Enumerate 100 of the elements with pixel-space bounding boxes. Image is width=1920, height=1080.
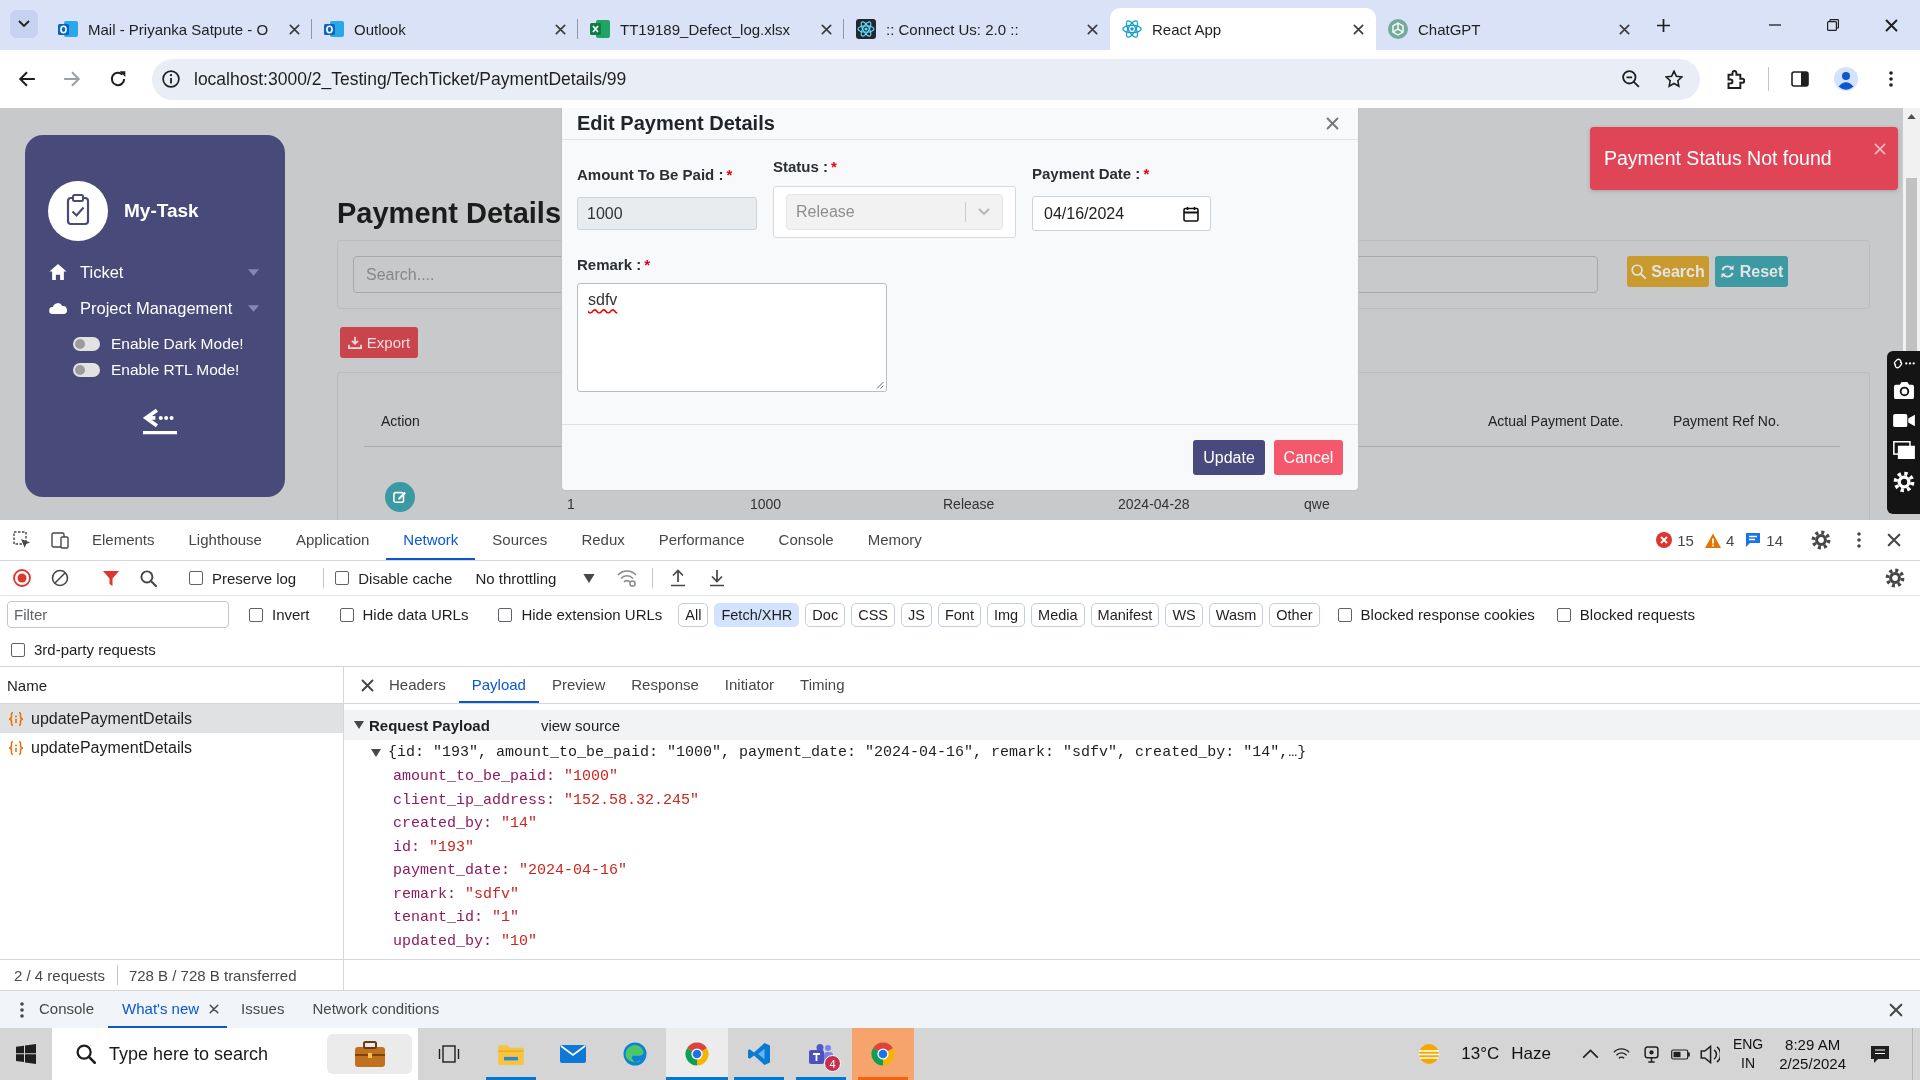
browser-tab[interactable]: TT19189_Defect_log.xlsx	[578, 8, 844, 50]
panel-tab[interactable]: Redux	[564, 520, 642, 560]
close-icon[interactable]	[1619, 23, 1630, 35]
upload-icon[interactable]	[669, 569, 688, 587]
swirl-icon[interactable]	[623, 1042, 647, 1066]
envelope-icon[interactable]	[560, 1045, 586, 1063]
battery-icon[interactable]	[1670, 1046, 1690, 1062]
notification-icon[interactable]	[1870, 1044, 1890, 1064]
camera-icon[interactable]	[1892, 381, 1915, 400]
checkbox[interactable]	[249, 607, 263, 622]
scroll-up-arrow-icon[interactable]	[1907, 114, 1916, 119]
taskbar-search-box[interactable]: Type here to search	[52, 1028, 418, 1080]
info-icon[interactable]	[162, 70, 180, 88]
language-indicator[interactable]: ENG IN	[1732, 1035, 1764, 1073]
chrome-icon[interactable]	[871, 1042, 895, 1066]
panel-tab[interactable]: Elements	[75, 520, 172, 560]
checkbox[interactable]	[1337, 607, 1352, 622]
temperature-text[interactable]: 13°C	[1461, 1044, 1500, 1064]
drawer-tab[interactable]: Console	[25, 991, 109, 1028]
checkbox[interactable]	[189, 571, 203, 585]
type-filter-chip[interactable]: Font	[937, 602, 981, 627]
restore-icon[interactable]	[1827, 19, 1839, 31]
browser-tab[interactable]: Mail - Priyanka Satpute - O	[46, 8, 312, 50]
expand-triangle-icon[interactable]	[354, 721, 364, 729]
calendar-icon[interactable]	[1183, 205, 1199, 222]
error-count-button[interactable]: 15	[1656, 531, 1694, 549]
wifi-icon[interactable]	[1612, 1047, 1630, 1061]
device-toolbar-icon[interactable]	[51, 531, 69, 549]
close-icon[interactable]	[1889, 1002, 1903, 1017]
checkbox[interactable]	[335, 571, 350, 585]
plus-icon[interactable]	[1656, 18, 1670, 32]
close-icon[interactable]	[1884, 18, 1898, 32]
gear-icon[interactable]	[1885, 568, 1905, 588]
request-row[interactable]: updatePaymentDetails	[0, 704, 343, 733]
edit-button[interactable]	[385, 482, 415, 512]
close-icon[interactable]	[555, 23, 566, 35]
checkbox[interactable]	[11, 642, 25, 657]
close-icon[interactable]	[361, 678, 374, 692]
warning-count-button[interactable]: 4	[1704, 531, 1735, 549]
taskbar-button[interactable]: 4	[790, 1028, 852, 1080]
chevron-up-icon[interactable]	[1581, 1049, 1599, 1059]
reload-icon[interactable]	[109, 70, 127, 88]
browser-tab[interactable]: Outlook	[312, 8, 578, 50]
close-icon[interactable]	[1353, 23, 1364, 35]
video-camera-icon[interactable]	[1892, 412, 1915, 429]
type-filter-chip[interactable]: Doc	[805, 602, 846, 627]
gear-icon[interactable]	[1811, 530, 1831, 550]
checkbox[interactable]	[1556, 607, 1571, 622]
close-icon[interactable]	[289, 23, 300, 35]
detail-tab[interactable]: Initiator	[711, 667, 788, 703]
download-icon[interactable]	[708, 569, 727, 587]
throttling-select[interactable]: No throttling	[475, 569, 596, 587]
tab-search-button[interactable]	[10, 10, 38, 38]
weather-condition[interactable]: Haze	[1511, 1044, 1551, 1064]
type-filter-chip[interactable]: Img	[986, 602, 1026, 627]
folder-icon[interactable]	[498, 1043, 524, 1065]
filter-field[interactable]: Filter	[7, 601, 229, 628]
scrollbar-thumb[interactable]	[1906, 178, 1917, 351]
checkbox[interactable]	[498, 607, 513, 622]
address-bar[interactable]: localhost:3000/2_Testing/TechTicket/PaymentDetails/99	[152, 58, 1700, 100]
close-icon[interactable]	[1887, 533, 1901, 547]
chrome-icon[interactable]	[685, 1042, 709, 1066]
browser-tab[interactable]: ChatGPT	[1376, 8, 1642, 50]
panel-tab[interactable]: Console	[761, 520, 851, 560]
panel-tab[interactable]: Sources	[475, 520, 565, 560]
more-menu-icon[interactable]	[20, 1001, 24, 1018]
toggle-switch[interactable]	[73, 337, 100, 351]
export-button[interactable]: Export	[340, 327, 418, 358]
panel-tab[interactable]: Application	[278, 520, 387, 560]
type-filter-chip[interactable]: Manifest	[1090, 602, 1160, 627]
inspect-element-icon[interactable]	[13, 531, 31, 549]
resize-grip-icon[interactable]	[876, 381, 884, 389]
more-menu-icon[interactable]	[1889, 71, 1893, 87]
view-source-link[interactable]: view source	[540, 716, 621, 734]
clear-icon[interactable]	[51, 569, 69, 587]
section-title[interactable]: Request Payload	[369, 716, 490, 734]
type-filter-chip[interactable]: JS	[901, 602, 932, 627]
type-filter-chip[interactable]: Other	[1269, 602, 1320, 627]
task-view-icon[interactable]	[438, 1045, 460, 1063]
collapse-sidebar-icon[interactable]	[143, 407, 177, 435]
zoom-out-icon[interactable]	[1622, 70, 1640, 88]
detail-tab[interactable]: Headers	[376, 667, 459, 703]
type-filter-chip[interactable]: All	[678, 602, 709, 627]
detail-tab[interactable]: Preview	[538, 667, 619, 703]
close-icon[interactable]	[1087, 23, 1098, 35]
update-button[interactable]: Update	[1193, 440, 1265, 475]
type-filter-chip[interactable]: Media	[1031, 602, 1085, 627]
star-icon[interactable]	[1665, 70, 1683, 88]
forward-arrow-icon[interactable]	[63, 70, 81, 88]
drawer-tab[interactable]: Issues	[227, 991, 299, 1028]
expand-triangle-icon[interactable]	[371, 748, 381, 757]
message-count-button[interactable]: 14	[1745, 531, 1783, 549]
ribbon-logo-icon[interactable]	[747, 1042, 771, 1066]
nav-item[interactable]: Ticket	[49, 259, 259, 285]
text-area[interactable]: sdfv	[577, 283, 887, 392]
type-filter-chip[interactable]: CSS	[851, 602, 895, 627]
type-filter-chip[interactable]: WS	[1165, 602, 1203, 627]
profile-avatar-icon[interactable]	[1834, 67, 1858, 91]
panel-tab[interactable]: Network	[386, 520, 476, 560]
request-row[interactable]: updatePaymentDetails	[0, 733, 343, 762]
